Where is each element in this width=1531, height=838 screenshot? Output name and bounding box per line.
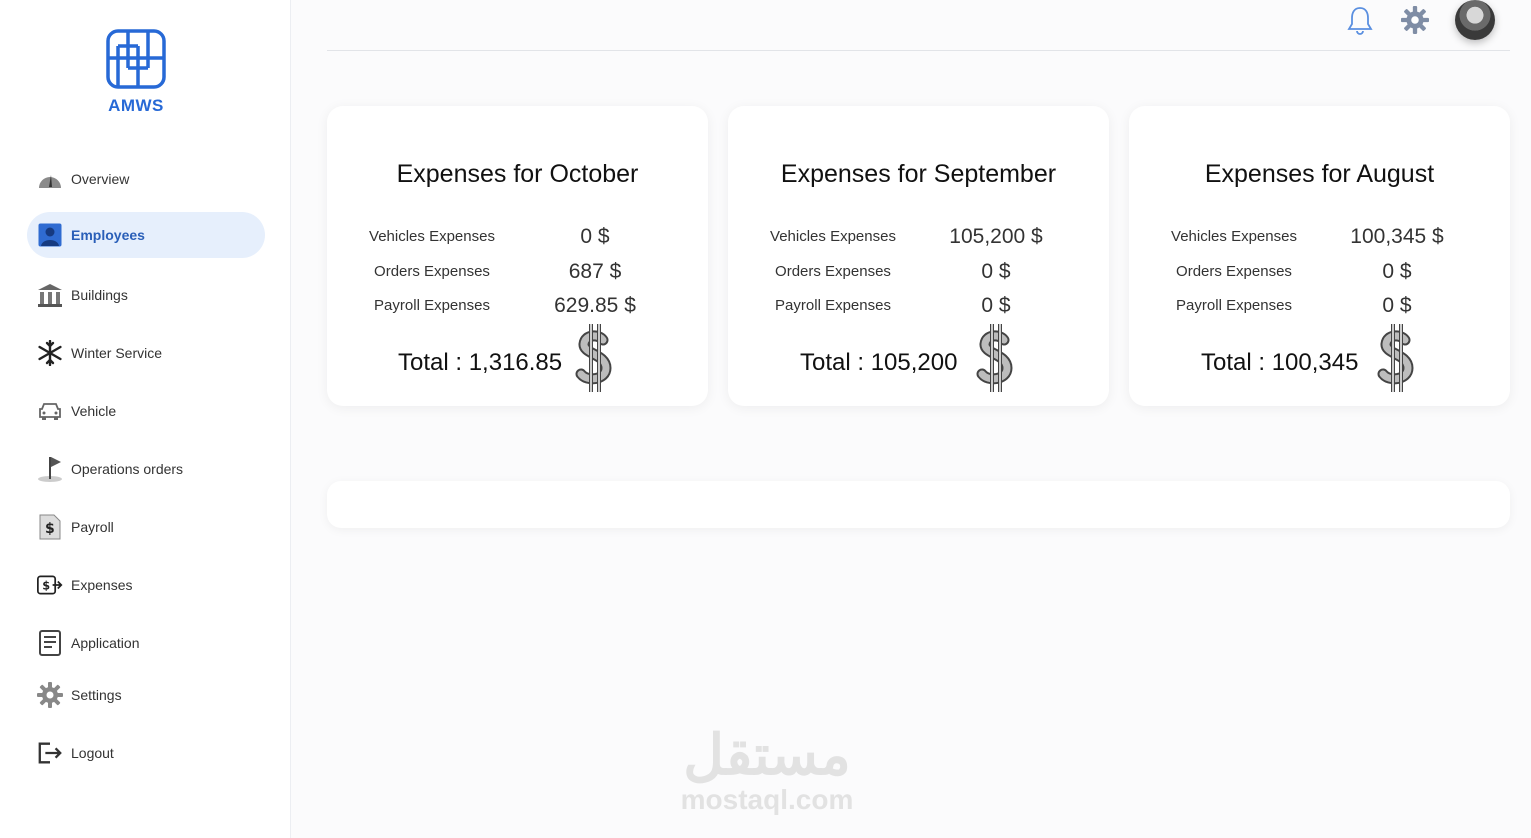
sidebar-item-buildings[interactable]: Buildings bbox=[27, 272, 265, 318]
sidebar-item-label: Payroll bbox=[71, 519, 114, 535]
card-total: Total : 105,200 bbox=[800, 349, 958, 376]
sidebar-item-label: Buildings bbox=[71, 287, 128, 303]
expenses-icon: $ bbox=[37, 572, 63, 598]
sidebar-item-label: Expenses bbox=[71, 577, 133, 593]
card-title: Expenses for August bbox=[1204, 160, 1435, 188]
empty-panel bbox=[327, 481, 1510, 528]
svg-text:$: $ bbox=[45, 521, 55, 537]
row-value: 687 $ bbox=[568, 260, 622, 283]
row-label: Vehicles Expenses bbox=[770, 228, 896, 245]
row-value: 100,345 $ bbox=[1350, 225, 1444, 248]
payroll-icon: $ bbox=[37, 514, 63, 540]
row-label: Orders Expenses bbox=[374, 263, 490, 280]
sidebar-item-application[interactable]: Application bbox=[27, 620, 265, 666]
row-value: 0 $ bbox=[580, 225, 610, 248]
sidebar-item-winter-service[interactable]: Winter Service bbox=[27, 330, 265, 376]
card-total: Total : 1,316.85 bbox=[398, 349, 563, 376]
sidebar-item-label: Overview bbox=[71, 171, 130, 187]
document-icon bbox=[37, 630, 63, 656]
notifications-button[interactable] bbox=[1344, 4, 1376, 36]
car-icon bbox=[37, 398, 63, 424]
settings-button[interactable] bbox=[1399, 4, 1431, 36]
sidebar: AMWS Overview Employees Buildings Winter… bbox=[0, 0, 291, 838]
header-divider bbox=[327, 50, 1510, 51]
svg-text:$: $ bbox=[42, 579, 50, 592]
card-title: Expenses for October bbox=[396, 160, 639, 188]
row-value: 0 $ bbox=[981, 294, 1011, 317]
watermark-latin: mostaql.com bbox=[680, 784, 854, 815]
sidebar-item-label: Settings bbox=[71, 687, 122, 703]
sidebar-item-overview[interactable]: Overview bbox=[27, 156, 265, 202]
sidebar-item-label: Winter Service bbox=[71, 345, 163, 361]
expense-card-october: Expenses for October Vehicles Expenses 0… bbox=[327, 106, 708, 406]
gauge-icon bbox=[37, 166, 63, 192]
card-title: Expenses for September bbox=[780, 160, 1057, 188]
sidebar-item-settings[interactable]: Settings bbox=[27, 672, 265, 718]
dollar-icon bbox=[976, 324, 1013, 392]
sidebar-item-label: Vehicle bbox=[71, 403, 117, 419]
logo-mark-icon bbox=[106, 29, 166, 89]
watermark: مستقل mostaql.com bbox=[672, 725, 862, 815]
sidebar-item-label: Logout bbox=[71, 745, 114, 761]
sidebar-item-label: Application bbox=[71, 635, 140, 651]
row-value: 629.85 $ bbox=[554, 294, 636, 317]
flag-icon bbox=[37, 456, 63, 482]
snowflake-icon bbox=[37, 340, 63, 366]
row-value: 0 $ bbox=[1382, 294, 1412, 317]
sidebar-item-operations-orders[interactable]: Operations orders bbox=[27, 446, 265, 492]
sidebar-item-label: Employees bbox=[71, 227, 145, 243]
logo[interactable]: AMWS bbox=[104, 28, 168, 116]
sidebar-item-expenses[interactable]: $ Expenses bbox=[27, 562, 265, 608]
sidebar-item-vehicle[interactable]: Vehicle bbox=[27, 388, 265, 434]
sidebar-item-payroll[interactable]: $ Payroll bbox=[27, 504, 265, 550]
row-value: 105,200 $ bbox=[949, 225, 1043, 248]
row-label: Payroll Expenses bbox=[374, 297, 490, 314]
row-label: Orders Expenses bbox=[1176, 263, 1292, 280]
row-label: Payroll Expenses bbox=[1176, 297, 1292, 314]
user-icon bbox=[37, 222, 63, 248]
bell-icon bbox=[1347, 7, 1373, 35]
gear-icon bbox=[37, 682, 63, 708]
dollar-icon bbox=[1377, 324, 1414, 392]
row-value: 0 $ bbox=[1382, 260, 1412, 283]
row-value: 0 $ bbox=[981, 260, 1011, 283]
expense-card-august: Expenses for August Vehicles Expenses 10… bbox=[1129, 106, 1510, 406]
gear-icon bbox=[1401, 6, 1429, 34]
card-total: Total : 100,345 bbox=[1201, 349, 1359, 376]
dollar-icon bbox=[575, 324, 612, 392]
sidebar-item-logout[interactable]: Logout bbox=[27, 730, 265, 776]
logout-icon bbox=[37, 740, 63, 766]
row-label: Orders Expenses bbox=[775, 263, 891, 280]
row-label: Vehicles Expenses bbox=[369, 228, 495, 245]
expense-card-september: Expenses for September Vehicles Expenses… bbox=[728, 106, 1109, 406]
avatar[interactable] bbox=[1455, 0, 1495, 40]
watermark-arabic: مستقل bbox=[683, 723, 851, 786]
sidebar-item-label: Operations orders bbox=[71, 461, 184, 477]
building-icon bbox=[37, 282, 63, 308]
brand-name: AMWS bbox=[108, 96, 164, 115]
row-label: Vehicles Expenses bbox=[1171, 228, 1297, 245]
sidebar-item-employees[interactable]: Employees bbox=[27, 212, 265, 258]
row-label: Payroll Expenses bbox=[775, 297, 891, 314]
